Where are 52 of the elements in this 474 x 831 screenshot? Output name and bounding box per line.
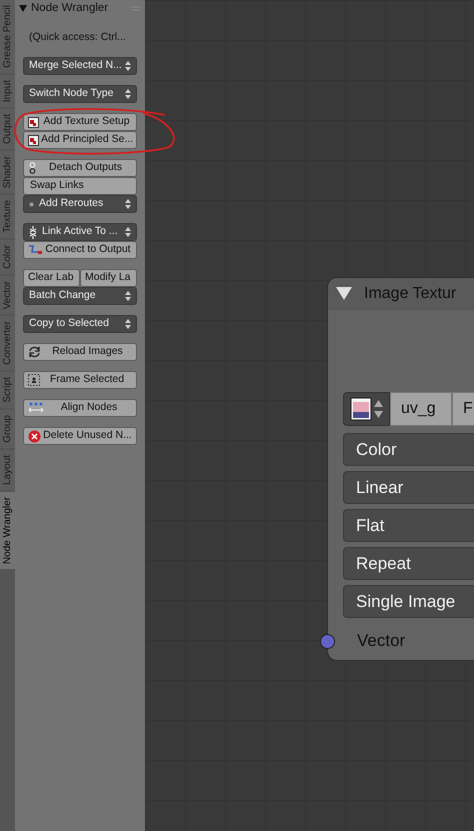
dropdown-menu[interactable]: Link Active To ... [23,223,137,241]
panel-button[interactable]: Modify La [80,269,137,287]
updown-arrow-icon [125,227,131,237]
panel-button[interactable]: Swap Links [23,177,137,195]
dropdown-menu[interactable]: Batch Change [23,287,137,305]
dropdown-menu[interactable]: Merge Selected N... [23,57,137,75]
image-button[interactable]: F [452,392,474,426]
panel-button[interactable]: Delete Unused N... [23,427,137,445]
input-socket[interactable] [320,634,335,648]
panel-button[interactable]: Connect to Output [23,241,137,259]
dot-icon [29,202,34,206]
updown-arrow-icon [125,89,131,99]
chain-icon [29,226,37,238]
updown-arrow-icon [125,319,131,329]
panel-title: Node Wrangler [31,0,108,16]
dropdown-menu[interactable]: Add Reroutes [23,195,137,213]
panel-button[interactable]: Align Nodes [23,399,137,417]
node-dropdown[interactable]: Repeat [343,547,474,580]
updown-arrow-icon [125,291,131,301]
node-dropdown[interactable]: Flat [343,509,474,542]
updown-arrow-icon [125,61,131,71]
panel-button[interactable]: Clear Lab [23,269,80,287]
align-icon [28,402,44,414]
panel-button[interactable]: Add Texture Setup [23,113,137,131]
connector-icon [28,244,42,256]
reload-icon [28,346,41,358]
sidebar-tab[interactable]: Node Wrangler [0,492,15,569]
collapse-triangle-icon[interactable] [19,5,27,12]
updown-arrow-icon [125,199,131,209]
frame-icon [28,374,40,386]
socket-icon [28,162,37,174]
socket-label: Vector [356,630,406,652]
texture-icon [28,134,39,146]
dropdown-menu[interactable]: Copy to Selected [23,315,137,333]
collapse-triangle-icon[interactable] [336,287,352,300]
panel-button[interactable]: Detach Outputs [23,159,137,177]
panel-button[interactable]: Reload Images [23,343,137,361]
image-name-field[interactable]: uv_g [390,392,452,426]
delete-icon [28,430,41,442]
node-dropdown[interactable]: Color [343,433,474,466]
image-icon [350,397,372,421]
image-browse-button[interactable] [343,392,390,426]
updown-arrow-icon [374,400,383,418]
node-title: Image Textur [364,284,456,304]
panel-button[interactable]: Frame Selected [23,371,137,389]
panel-button[interactable]: Add Principled Se... [23,131,137,149]
texture-icon [28,116,39,128]
node-dropdown[interactable]: Linear [343,471,474,504]
dropdown-menu[interactable]: Switch Node Type [23,85,137,103]
node-dropdown[interactable]: Single Image [343,585,474,618]
info-text: (Quick access: Ctrl... [28,30,127,46]
drag-handle-icon[interactable] [131,6,141,11]
